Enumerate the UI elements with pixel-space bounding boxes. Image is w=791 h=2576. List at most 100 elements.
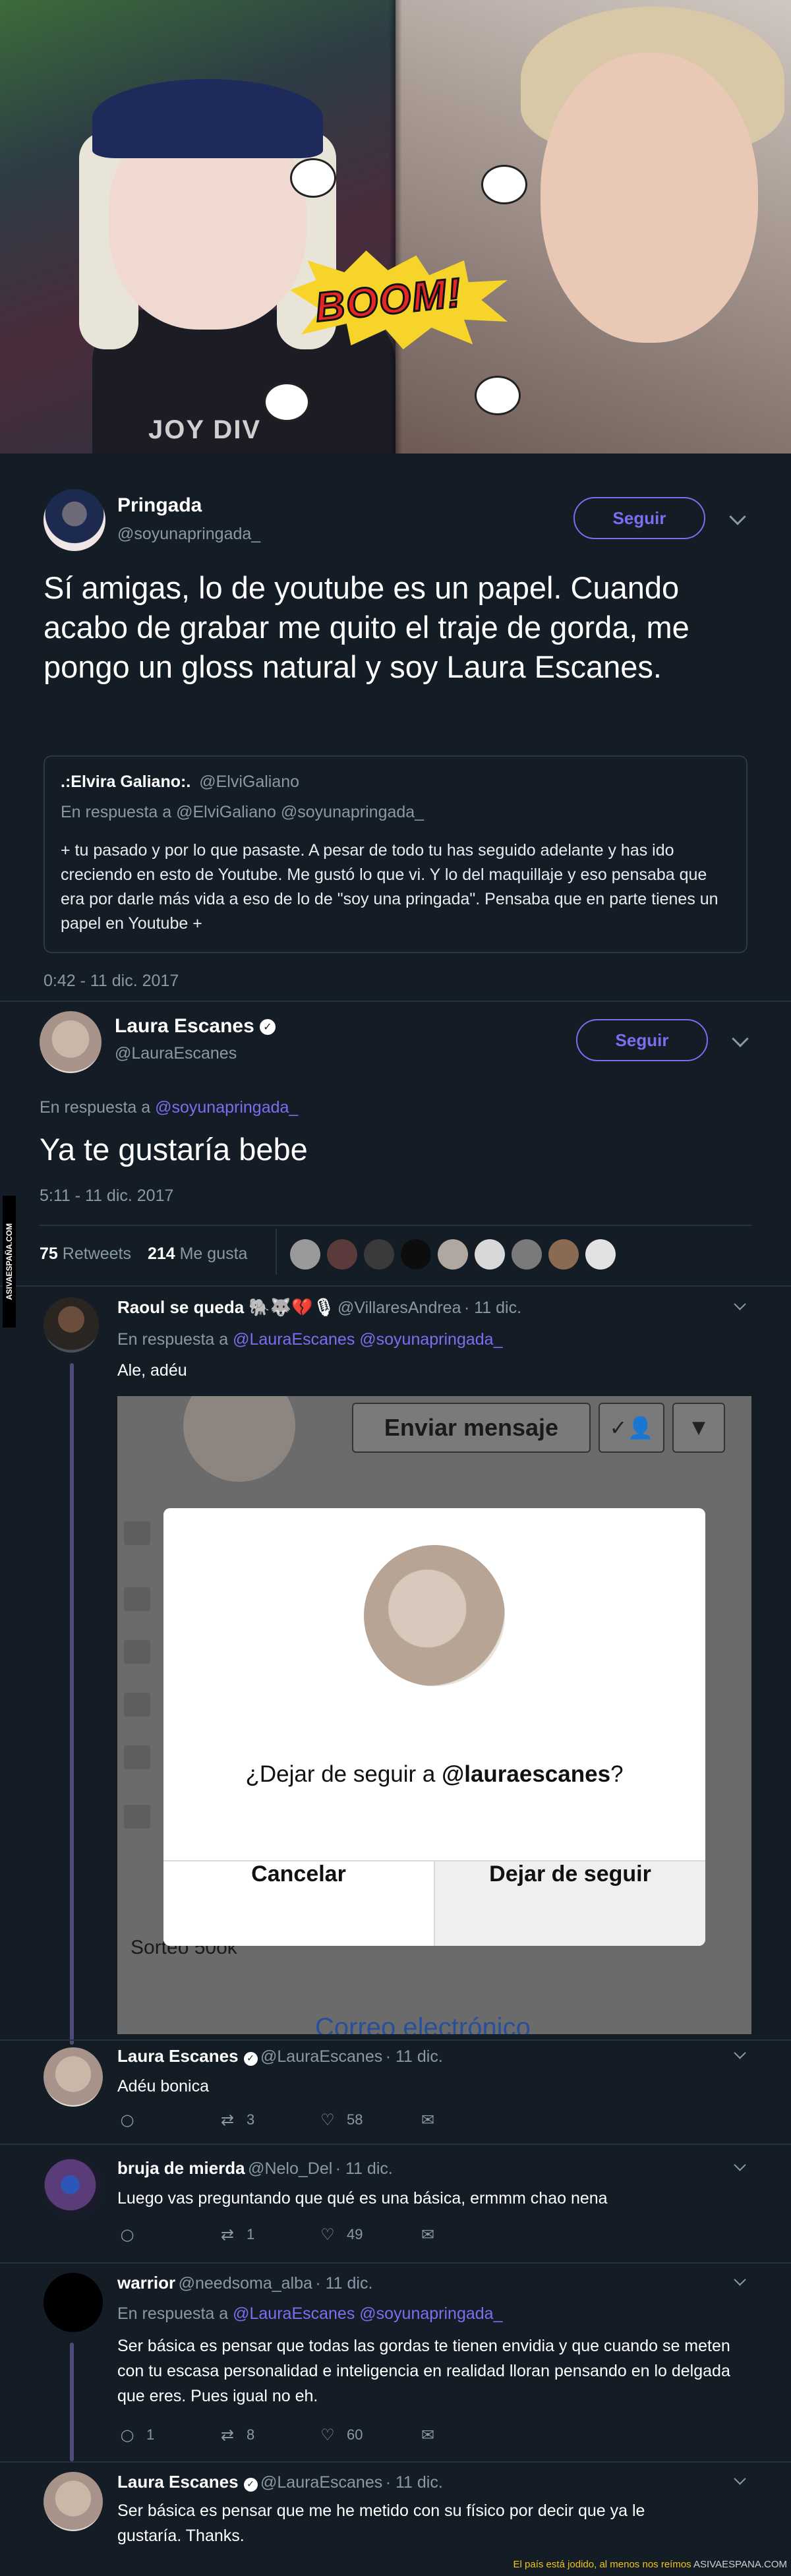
chevron-down-icon[interactable]	[732, 1030, 749, 1047]
dialog-question-user: @lauraescanes	[442, 1761, 611, 1787]
screenshot-text-line	[124, 1745, 150, 1769]
liker-avatar[interactable]	[512, 1239, 542, 1270]
heart-icon: ♡	[320, 2111, 335, 2130]
author-handle[interactable]: @soyunapringada_	[117, 525, 260, 544]
reply-prefix: En respuesta a	[40, 1098, 151, 1117]
author-name[interactable]: bruja de mierda	[117, 2158, 245, 2178]
liker-avatar[interactable]	[548, 1239, 579, 1270]
tweet-text: Sí amigas, lo de youtube es un papel. Cu…	[44, 570, 689, 684]
chevron-down-icon[interactable]	[734, 2473, 746, 2485]
reply-time[interactable]: · 11 dic.	[386, 2047, 443, 2066]
author-handle[interactable]: @needsoma_alba	[179, 2274, 312, 2293]
reply-action[interactable]: ○	[117, 2225, 146, 2244]
author-name[interactable]: warrior	[117, 2273, 175, 2293]
reply-time[interactable]: · 11 dic.	[386, 2473, 443, 2492]
attached-screenshot[interactable]: Enviar mensaje ✓👤 ▼ Sorteo 50ok Correo e…	[117, 1396, 751, 2034]
screenshot-email-text: Correo electrónico	[315, 2013, 531, 2034]
message-action[interactable]: ✉	[418, 2111, 447, 2129]
screenshot-text-line	[124, 1693, 150, 1716]
retweet-action[interactable]: ⇄ 1	[218, 2225, 254, 2244]
footer-watermark-brand: ASIVAESPANA.COM	[693, 2559, 787, 2570]
author-name[interactable]: Laura Escanes	[115, 1015, 254, 1037]
avatar[interactable]	[44, 2472, 103, 2531]
chevron-down-icon[interactable]	[734, 1298, 746, 1310]
retweets-label[interactable]: Retweets	[63, 1244, 131, 1263]
liker-avatar[interactable]	[585, 1239, 616, 1270]
footer-watermark: El país está jodido, al menos nos reímos…	[513, 2559, 787, 2570]
chevron-down-icon[interactable]	[734, 2047, 746, 2059]
follow-button[interactable]: Seguir	[576, 1019, 708, 1061]
like-action[interactable]: ♡ 49	[318, 2225, 363, 2244]
tweet-timestamp[interactable]: 0:42 - 11 dic. 2017	[44, 972, 179, 991]
author-handle[interactable]: @LauraEscanes	[260, 2047, 382, 2066]
avatar[interactable]	[44, 2273, 103, 2332]
like-count: 60	[347, 2426, 363, 2444]
reply-time[interactable]: · 11 dic.	[336, 2159, 393, 2178]
liker-avatar[interactable]	[401, 1239, 431, 1270]
retweet-action[interactable]: ⇄ 8	[218, 2426, 254, 2444]
stats-divider	[276, 1229, 277, 1275]
author-name[interactable]: Raoul se queda 🐘🐺💔🎙	[117, 1297, 335, 1317]
verified-badge-icon: ✓	[243, 2052, 258, 2066]
divider	[0, 1285, 791, 1287]
avatar[interactable]	[44, 1297, 99, 1353]
author-name[interactable]: Laura Escanes	[117, 2046, 239, 2066]
retweet-action[interactable]: ⇄ 3	[218, 2111, 254, 2129]
collage-face-right	[541, 53, 758, 343]
heart-icon: ♡	[320, 2225, 335, 2244]
likes-count[interactable]: 214	[148, 1244, 175, 1263]
liker-avatar[interactable]	[438, 1239, 468, 1270]
tweet-text: Ya te gustaría bebe	[40, 1132, 308, 1167]
liker-avatar[interactable]	[290, 1239, 320, 1270]
like-action[interactable]: ♡ 60	[318, 2426, 363, 2444]
avatar[interactable]	[44, 2047, 103, 2107]
author-handle[interactable]: @LauraEscanes	[115, 1044, 237, 1063]
reply-header: Laura Escanes ✓ @LauraEscanes · 11 dic.	[117, 2046, 443, 2066]
retweet-icon: ⇄	[220, 2111, 235, 2130]
retweets-count[interactable]: 75	[40, 1244, 58, 1263]
chevron-down-icon[interactable]	[729, 508, 746, 525]
header-collage-image: JOY DIV BOOM!	[0, 0, 791, 454]
liker-avatar[interactable]	[475, 1239, 505, 1270]
reply-action[interactable]: ○ 1	[117, 2426, 155, 2445]
author-name[interactable]: Laura Escanes	[117, 2472, 239, 2492]
tweet-timestamp[interactable]: 5:11 - 11 dic. 2017	[40, 1186, 173, 1206]
chevron-down-icon[interactable]	[734, 2159, 746, 2171]
reply-to-link[interactable]: @soyunapringada_	[155, 1098, 298, 1117]
dialog-question-suffix: ?	[610, 1761, 624, 1787]
chevron-down-icon[interactable]	[734, 2273, 746, 2286]
avatar[interactable]	[44, 2158, 103, 2217]
retweet-count: 3	[247, 2111, 255, 2128]
message-action[interactable]: ✉	[418, 2426, 447, 2444]
user-check-icon: ✓👤	[599, 1403, 664, 1453]
reply-actions: ○ ⇄ 1 ♡ 49 ✉	[117, 2225, 460, 2245]
smoke-cloud-icon	[264, 382, 310, 422]
liker-avatar[interactable]	[364, 1239, 394, 1270]
reply-time[interactable]: · 11 dic.	[315, 2274, 372, 2293]
author-handle[interactable]: @Nelo_Del	[248, 2159, 332, 2178]
avatar[interactable]	[44, 489, 105, 551]
author-handle[interactable]: @LauraEscanes	[260, 2473, 382, 2492]
retweet-icon: ⇄	[220, 2426, 235, 2445]
likes-label[interactable]: Me gusta	[180, 1244, 248, 1263]
reply-to-link[interactable]: @LauraEscanes @soyunapringada_	[233, 2304, 502, 2323]
author-handle[interactable]: @VillaresAndrea	[337, 1299, 461, 1317]
reply-action[interactable]: ○	[117, 2111, 146, 2129]
message-action[interactable]: ✉	[418, 2225, 447, 2244]
reply-header: bruja de mierda @Nelo_Del · 11 dic.	[117, 2158, 393, 2179]
author-name[interactable]: Pringada	[117, 494, 202, 517]
avatar[interactable]	[40, 1011, 102, 1073]
liker-avatar[interactable]	[327, 1239, 357, 1270]
reply-time[interactable]: · 11 dic.	[464, 1299, 521, 1317]
side-watermark: ASIVAESPAÑA.COM	[0, 1196, 17, 1330]
reply-actions: ○ ⇄ 3 ♡ 58 ✉	[117, 2111, 460, 2130]
comment-icon: ○	[120, 2426, 134, 2445]
follow-button[interactable]: Seguir	[573, 497, 705, 539]
smoke-cloud-icon	[481, 165, 527, 204]
comment-icon: ○	[120, 2111, 134, 2130]
divider	[0, 2262, 791, 2264]
envelope-icon: ✉	[421, 2111, 435, 2130]
like-action[interactable]: ♡ 58	[318, 2111, 363, 2129]
reply-to-link[interactable]: @LauraEscanes @soyunapringada_	[233, 1330, 502, 1349]
reply-text: Luego vas preguntando que qué es una bás…	[117, 2189, 608, 2208]
